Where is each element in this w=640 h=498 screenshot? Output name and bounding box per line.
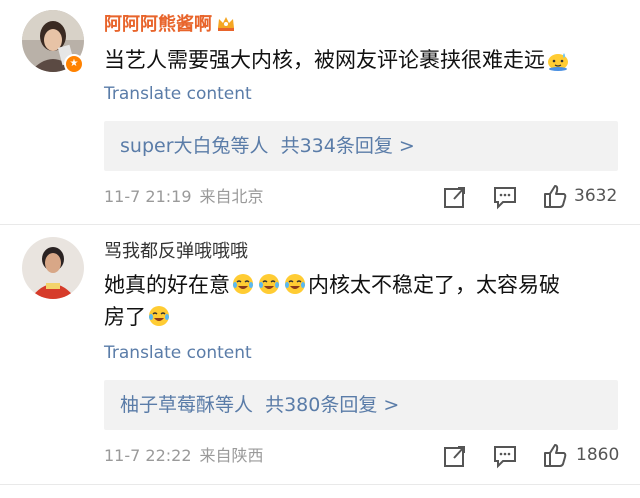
reply-suffix: 等人	[230, 135, 269, 157]
comment-text-part2: 内核太不稳定了，太容易破	[308, 273, 560, 297]
reply-users[interactable]: 柚子草莓酥	[120, 394, 215, 416]
comment-location: 来自陕西	[199, 446, 264, 465]
comment-meta: 11-7 21:19 来自北京	[104, 186, 264, 208]
reply-users[interactable]: super大白兔	[120, 135, 231, 157]
like-icon[interactable]	[542, 183, 568, 209]
avatar[interactable]	[22, 237, 84, 299]
username[interactable]: 骂我都反弹哦哦哦	[104, 240, 248, 264]
like-count: 1860	[576, 445, 620, 465]
comment-time: 11-7 21:19	[104, 187, 192, 206]
laugh-cry-emoji-icon	[233, 274, 253, 294]
crown-icon	[218, 17, 234, 31]
username[interactable]: 阿阿阿熊酱啊	[104, 13, 236, 37]
translate-link[interactable]: Translate content	[104, 342, 252, 364]
reply-summary-text[interactable]: 柚子草莓酥等人 共380条回复 >	[120, 380, 399, 430]
comment-time: 11-7 22:22	[104, 446, 192, 465]
username-text[interactable]: 阿阿阿熊酱啊	[104, 14, 212, 35]
comment-text-part1: 她真的好在意	[104, 273, 230, 297]
laugh-cry-emoji-icon	[149, 306, 169, 326]
comment-icon[interactable]	[492, 443, 518, 469]
like-icon[interactable]	[542, 442, 568, 468]
reply-count[interactable]: 共380条回复 >	[265, 394, 399, 416]
reply-summary[interactable]: 柚子草莓酥等人 共380条回复 >	[104, 380, 618, 430]
comment-icon[interactable]	[492, 184, 518, 210]
comment-location: 来自北京	[199, 187, 264, 206]
reply-suffix: 等人	[215, 394, 254, 416]
comment-text: 当艺人需要强大内核，被网友评论裹挟很难走远	[104, 44, 614, 76]
reply-summary-text[interactable]: super大白兔等人 共334条回复 >	[120, 121, 415, 171]
comment-text: 她真的好在意 内核太不稳定了，太容易破房了	[104, 269, 614, 333]
reply-summary[interactable]: super大白兔等人 共334条回复 >	[104, 121, 618, 171]
translate-link[interactable]: Translate content	[104, 83, 252, 105]
share-icon[interactable]	[442, 184, 468, 210]
sweat-emoji-icon	[548, 53, 568, 71]
reply-count[interactable]: 共334条回复 >	[281, 135, 415, 157]
laugh-cry-emoji-icon	[259, 274, 279, 294]
comment-divider	[0, 484, 640, 485]
verified-badge-icon: ★	[64, 54, 84, 74]
comment-meta: 11-7 22:22 来自陕西	[104, 445, 264, 467]
comment-text-part3: 房了	[104, 305, 146, 329]
laugh-cry-emoji-icon	[285, 274, 305, 294]
comment-divider	[0, 224, 640, 225]
share-icon[interactable]	[442, 443, 468, 469]
like-count: 3632	[574, 186, 618, 206]
comment-text-body: 当艺人需要强大内核，被网友评论裹挟很难走远	[104, 48, 545, 72]
